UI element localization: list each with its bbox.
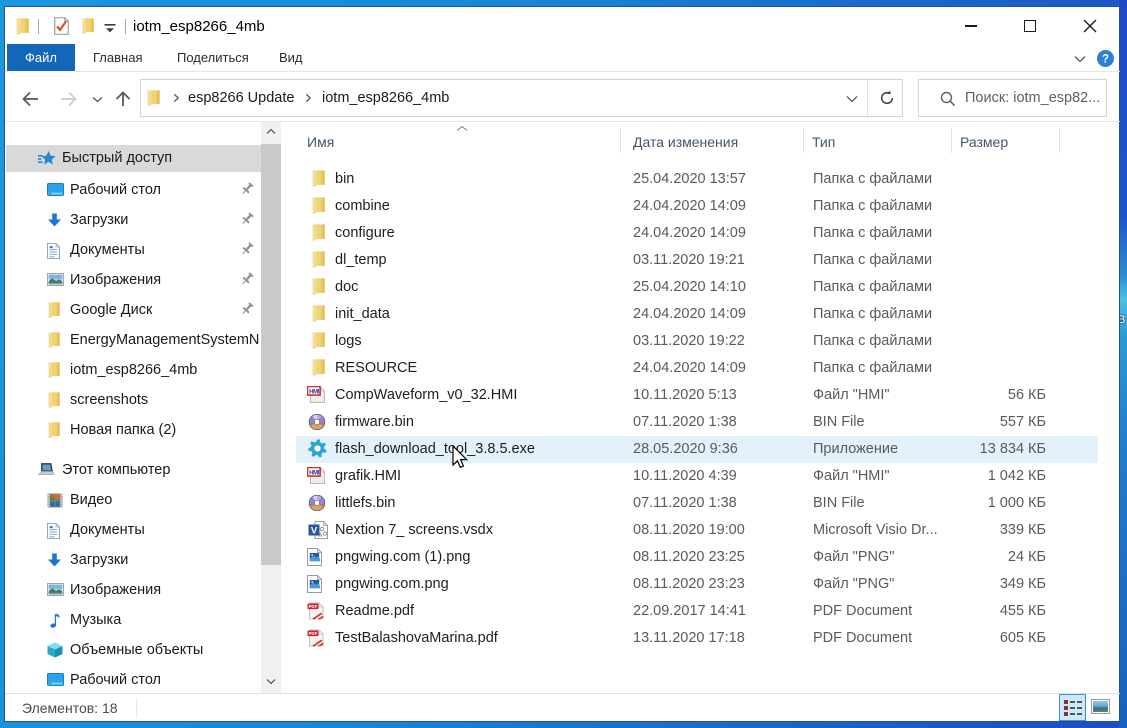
svg-text:V: V <box>311 525 318 536</box>
svg-text:PDF: PDF <box>309 631 318 636</box>
svg-text:HMI: HMI <box>309 469 319 476</box>
svg-text:PDF: PDF <box>309 604 318 609</box>
svg-text:?: ? <box>1102 54 1109 66</box>
svg-text:HMI: HMI <box>309 388 319 395</box>
